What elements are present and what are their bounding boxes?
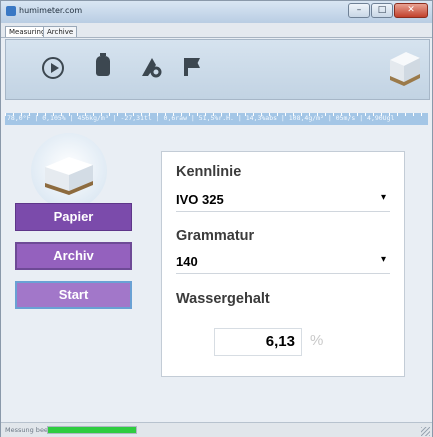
paper-image bbox=[31, 133, 107, 209]
grammatur-value: 140 bbox=[176, 254, 198, 269]
sensor-readout-bar: 78,0°F | 0,105% | 456kg/m³ | -27,31tl | … bbox=[5, 113, 428, 125]
wassergehalt-label: Wassergehalt bbox=[176, 291, 270, 307]
device-icon[interactable] bbox=[96, 53, 110, 76]
minimize-button[interactable]: – bbox=[348, 3, 370, 18]
kennlinie-select[interactable]: IVO 325 ▾ bbox=[176, 189, 390, 212]
wassergehalt-value: 6,13 bbox=[265, 333, 295, 350]
papier-button[interactable]: Papier bbox=[15, 203, 132, 231]
grammatur-select[interactable]: 140 ▾ bbox=[176, 251, 390, 274]
kennlinie-value: IVO 325 bbox=[176, 192, 224, 207]
app-window: humimeter.com – □ ✕ Measuring Archive 78… bbox=[0, 0, 433, 437]
settings-icon[interactable] bbox=[140, 56, 162, 78]
close-button[interactable]: ✕ bbox=[394, 3, 428, 18]
progress-bar bbox=[47, 426, 137, 434]
paper-stack-icon bbox=[386, 46, 424, 88]
flag-icon[interactable] bbox=[184, 58, 188, 76]
unit-label: % bbox=[310, 332, 324, 349]
sidebar: Papier Archiv Start bbox=[7, 133, 133, 403]
play-icon[interactable] bbox=[42, 57, 64, 79]
wassergehalt-display: 6,13 bbox=[214, 328, 302, 356]
dropdown-arrow-icon: ▾ bbox=[380, 192, 386, 203]
sensor-readout-text: 78,0°F | 0,105% | 456kg/m³ | -27,31tl | … bbox=[7, 114, 395, 122]
progress-fill bbox=[48, 427, 136, 433]
tab-archive[interactable]: Archive bbox=[43, 26, 78, 37]
measurement-panel: Kennlinie IVO 325 ▾ Grammatur 140 ▾ Wass… bbox=[161, 151, 405, 377]
status-bar: Messung beendet bbox=[1, 422, 432, 437]
start-button[interactable]: Start bbox=[15, 281, 132, 309]
resize-grip-icon[interactable] bbox=[421, 427, 430, 436]
window-controls: – □ ✕ bbox=[348, 3, 428, 18]
maximize-button[interactable]: □ bbox=[371, 3, 393, 18]
app-logo-icon bbox=[6, 6, 16, 16]
grammatur-label: Grammatur bbox=[176, 228, 255, 244]
tab-bar: Measuring Archive bbox=[1, 23, 432, 38]
kennlinie-label: Kennlinie bbox=[176, 164, 242, 180]
toolbar bbox=[5, 39, 430, 100]
archiv-button[interactable]: Archiv bbox=[15, 242, 132, 270]
window-title: humimeter.com bbox=[19, 6, 83, 15]
title-bar[interactable]: humimeter.com – □ ✕ bbox=[1, 1, 432, 23]
dropdown-arrow-icon: ▾ bbox=[380, 254, 386, 265]
